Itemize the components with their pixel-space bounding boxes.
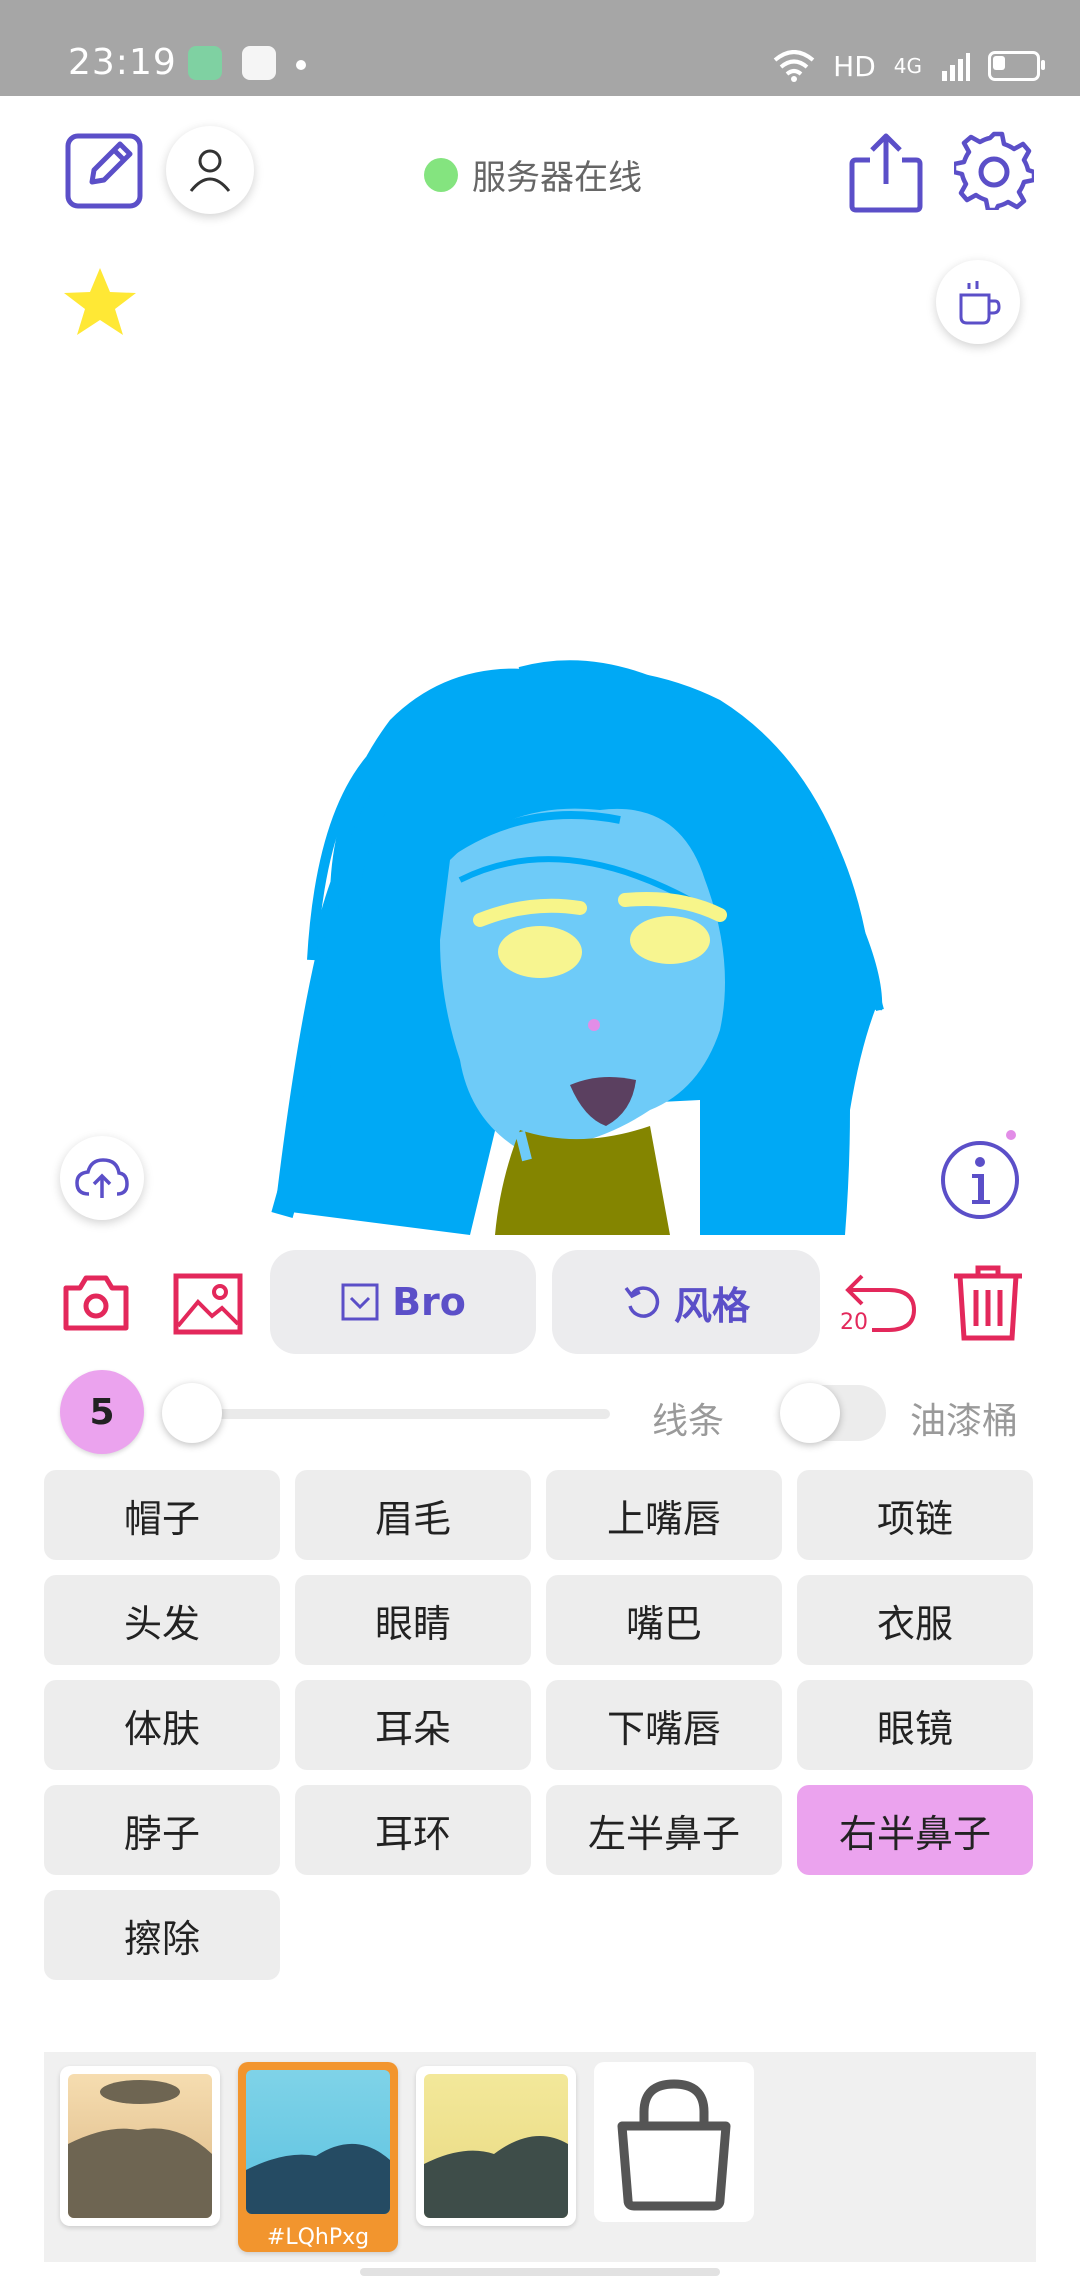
part-button[interactable]: 体肤	[44, 1680, 280, 1770]
notification-dot-icon	[296, 60, 306, 70]
bucket-mode-label: 油漆桶	[910, 1401, 1019, 1442]
part-button[interactable]: 下嘴唇	[546, 1680, 782, 1770]
home-indicator[interactable]	[360, 2268, 720, 2276]
server-status: 服务器在线	[424, 150, 642, 199]
bro-label: Bro	[392, 1280, 466, 1324]
bucket-toggle-thumb[interactable]	[780, 1383, 840, 1443]
cloud-upload-icon	[75, 1158, 129, 1198]
part-button[interactable]: 眼镜	[797, 1680, 1033, 1770]
left-eye	[498, 926, 582, 978]
part-button[interactable]: 嘴巴	[546, 1575, 782, 1665]
info-notification-dot	[1006, 1130, 1016, 1140]
style-swatch-1[interactable]	[60, 2066, 220, 2226]
refresh-icon	[624, 1286, 660, 1318]
brush-size-slider-thumb[interactable]	[162, 1383, 222, 1443]
brush-size-indicator: 5	[60, 1370, 144, 1454]
sketch-drawing	[271, 660, 884, 1235]
info-icon	[941, 1141, 1019, 1219]
selected-swatch-label: #LQhPxg	[266, 2225, 370, 2250]
style-button[interactable]: 风格	[552, 1250, 820, 1354]
part-button[interactable]: 头发	[44, 1575, 280, 1665]
part-button[interactable]: 上嘴唇	[546, 1470, 782, 1560]
shop-button[interactable]	[594, 2062, 754, 2222]
status-bar: 23:19 HD 4G	[0, 0, 1080, 96]
style-swatch-3[interactable]	[416, 2066, 576, 2226]
nose	[588, 1019, 600, 1031]
part-button[interactable]: 项链	[797, 1470, 1033, 1560]
edit-note-icon	[65, 133, 143, 209]
camera-icon	[63, 1275, 129, 1331]
notification-game-icon	[242, 46, 276, 80]
battery-icon	[988, 51, 1045, 81]
bro-button[interactable]: Bro	[270, 1250, 536, 1354]
network-type-label: HD	[833, 49, 876, 83]
part-button[interactable]: 左半鼻子	[546, 1785, 782, 1875]
part-button[interactable]: 衣服	[797, 1575, 1033, 1665]
share-icon	[849, 133, 923, 213]
server-online-dot	[424, 157, 458, 192]
edit-note-button[interactable]	[64, 130, 144, 210]
status-indicators: HD 4G	[773, 46, 1045, 86]
settings-button[interactable]	[951, 130, 1037, 213]
signal-icon	[942, 53, 970, 81]
shopping-bag-icon	[617, 2079, 731, 2211]
status-time: 23:19	[68, 42, 177, 83]
part-button[interactable]: 眼睛	[295, 1575, 531, 1665]
brush-size-slider-track[interactable]	[190, 1409, 610, 1419]
share-button[interactable]	[846, 130, 926, 213]
trash-icon	[954, 1265, 1022, 1341]
gallery-button[interactable]	[172, 1270, 244, 1336]
server-status-text: 服务器在线	[472, 158, 642, 198]
part-button[interactable]: 右半鼻子	[797, 1785, 1033, 1875]
style-palette: #LQhPxg	[44, 2052, 1036, 2262]
camera-button[interactable]	[62, 1268, 130, 1336]
undo-button[interactable]: 20	[838, 1264, 918, 1344]
drawing-canvas[interactable]	[0, 240, 1080, 1240]
undo-count: 20	[840, 1310, 868, 1335]
wifi-icon	[773, 50, 815, 82]
part-button[interactable]: 擦除	[44, 1890, 280, 1980]
style-swatch-2[interactable]: #LQhPxg	[238, 2062, 398, 2252]
upload-button[interactable]	[60, 1136, 144, 1220]
style-label: 风格	[673, 1283, 750, 1328]
info-button[interactable]	[938, 1138, 1022, 1222]
part-button[interactable]: 脖子	[44, 1785, 280, 1875]
line-mode-label: 线条	[652, 1401, 725, 1442]
part-grid: 帽子 眉毛 上嘴唇 项链头发 眼睛 嘴巴 衣服体肤 耳朵 下嘴唇 眼镜脖子 耳环 左半鼻子 右半鼻子擦除	[44, 1470, 1036, 1980]
profile-button[interactable]	[166, 126, 254, 214]
part-button[interactable]: 帽子	[44, 1470, 280, 1560]
delete-button[interactable]	[950, 1262, 1026, 1342]
image-icon	[173, 1273, 243, 1335]
checkbox-icon	[341, 1283, 379, 1321]
part-button[interactable]: 耳环	[295, 1785, 531, 1875]
part-button[interactable]: 眉毛	[295, 1470, 531, 1560]
part-button[interactable]: 耳朵	[295, 1680, 531, 1770]
signal-type-label: 4G	[893, 54, 922, 78]
user-icon	[189, 149, 231, 192]
right-eye	[630, 916, 710, 964]
notification-app-icon	[188, 46, 222, 80]
gear-icon	[951, 131, 1037, 213]
